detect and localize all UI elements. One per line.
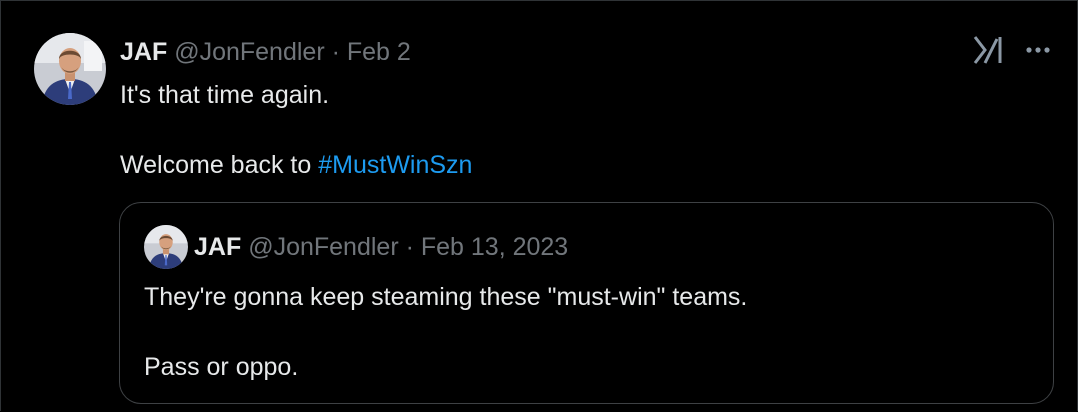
more-options-icon[interactable] (1023, 37, 1053, 63)
tweet-text: It's that time again. Welcome back to #M… (120, 77, 472, 183)
quoted-tweet-header: JAF @JonFendler · Feb 13, 2023 (194, 232, 568, 262)
quoted-author-handle[interactable]: @JonFendler (248, 233, 398, 261)
grok-icon[interactable] (971, 33, 1005, 67)
quoted-header-separator: · (405, 233, 414, 261)
hashtag-link[interactable]: #MustWinSzn (318, 151, 472, 179)
quoted-author-name[interactable]: JAF (194, 233, 241, 261)
avatar-photo (34, 33, 106, 105)
quoted-text-line-2: Pass or oppo. (144, 353, 299, 381)
quoted-avatar-photo (144, 225, 188, 269)
tweet-text-prefix: Welcome back to (120, 151, 319, 179)
tweet-text-line-2: Welcome back to #MustWinSzn (120, 147, 472, 183)
quoted-avatar[interactable] (144, 225, 188, 269)
avatar[interactable] (34, 33, 106, 105)
quoted-tweet[interactable]: JAF @JonFendler · Feb 13, 2023 They're g… (119, 202, 1054, 404)
author-name[interactable]: JAF (120, 38, 167, 66)
quoted-tweet-text: They're gonna keep steaming these "must-… (144, 279, 747, 385)
tweet-date[interactable]: Feb 2 (347, 38, 411, 66)
quoted-tweet-date[interactable]: Feb 13, 2023 (421, 233, 568, 261)
quoted-text-line-1: They're gonna keep steaming these "must-… (144, 283, 748, 311)
tweet-card[interactable]: JAF @JonFendler · Feb 2 It's that time a… (0, 0, 1078, 411)
tweet-header: JAF @JonFendler · Feb 2 (120, 37, 411, 67)
tweet-text-line-1: It's that time again. (120, 81, 330, 109)
header-separator: · (331, 38, 340, 66)
author-handle[interactable]: @JonFendler (174, 38, 324, 66)
